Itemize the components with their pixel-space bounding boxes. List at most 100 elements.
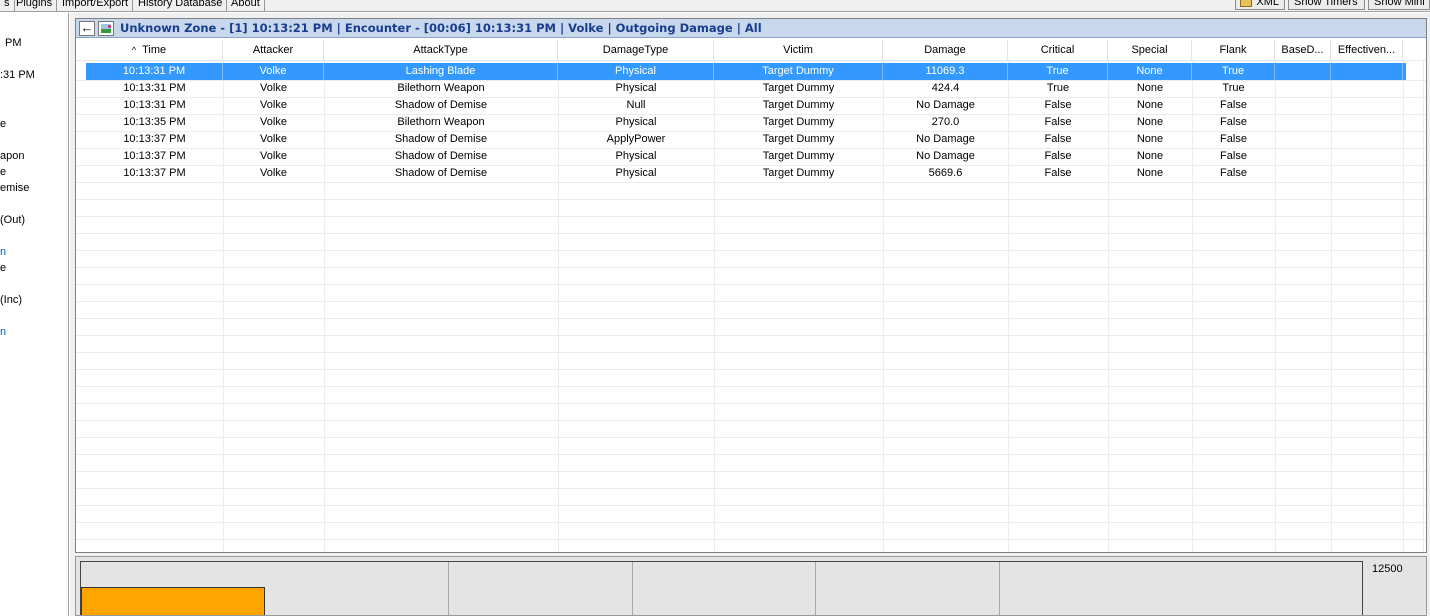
show-mini-button[interactable]: Show Mini [1368,0,1430,10]
cell-basedamage [1275,165,1331,182]
cell-basedamage [1275,148,1331,165]
column-header-damage[interactable]: Damage [883,40,1008,60]
table-row[interactable]: 10:13:37 PM Volke Shadow of Demise Physical… [86,165,1406,182]
cell-attacker: Volke [260,133,287,145]
column-header-damagetype[interactable]: DamageType [558,40,714,60]
cell-victim: Target Dummy [762,116,835,128]
graph-divider [999,562,1000,615]
cell-critical: False [1044,116,1072,128]
cell-basedamage [1275,63,1331,80]
sort-ascending-icon: ^ [131,45,137,55]
column-header-special[interactable]: Special [1108,40,1192,60]
damage-graph: 12500 [75,556,1427,616]
cell-basedamage [1275,131,1331,148]
tree-item[interactable]: emise [0,182,29,194]
tree-item[interactable]: e [0,118,6,130]
cell-attacktype: Bilethorn Weapon [397,82,485,94]
graph-divider [632,562,633,615]
cell-time: 10:13:37 PM [123,150,186,162]
tab-about[interactable]: About [227,0,265,11]
cell-damagetype: Physical [558,63,714,80]
xml-icon [1240,0,1252,7]
cell-special: None [1136,99,1164,111]
graph-divider [448,562,449,615]
cell-flank: False [1220,167,1247,179]
cell-victim: Target Dummy [714,63,883,80]
column-header-effectiveness[interactable]: Effectiven... [1331,40,1403,60]
table-row[interactable]: 10:13:37 PM Volke Shadow of Demise Physical… [86,148,1406,165]
tree-item[interactable]: PM [5,37,22,49]
column-header-victim[interactable]: Victim [714,40,883,60]
cell-time: 10:13:35 PM [123,116,186,128]
cell-special: None [1108,63,1192,80]
main-tab-strip: s Plugins Import/Export History Database… [0,0,1430,12]
show-timers-button[interactable]: Show Timers [1288,0,1365,10]
table-row[interactable]: 10:13:31 PM Volke Bilethorn Weapon Physical… [86,80,1406,97]
cell-flank: False [1220,116,1247,128]
cell-effectiveness [1331,148,1403,165]
cell-flank: True [1192,63,1275,80]
table-row[interactable]: 10:13:31 PM Volke Lashing Blade Physical Tar… [86,63,1406,80]
column-header-attacker[interactable]: Attacker [223,40,324,60]
cell-critical: False [1044,167,1072,179]
damage-bar [81,587,265,615]
cell-victim: Target Dummy [762,150,835,162]
cell-attacker: Volke [260,116,287,128]
cell-flank: False [1220,99,1247,111]
encounter-title-bar: ← Unknown Zone - [1] 10:13:21 PM | Encou… [76,19,1426,38]
cell-time: 10:13:37 PM [123,133,186,145]
cell-special: None [1136,133,1164,145]
cell-attacker: Volke [223,63,324,80]
xml-label: XML [1256,0,1279,8]
column-header-critical[interactable]: Critical [1008,40,1108,60]
tree-item[interactable]: n [0,326,6,338]
tree-item[interactable]: :31 PM [0,69,35,81]
tree-item[interactable]: e [0,166,6,178]
cell-damagetype: Physical [615,116,657,128]
cell-attacker: Volke [260,82,287,94]
table-row[interactable]: 10:13:31 PM Volke Shadow of Demise Null Targ… [86,97,1406,114]
column-header-basedamage[interactable]: BaseD... [1275,40,1331,60]
cell-special: None [1136,150,1164,162]
table-row[interactable]: 10:13:37 PM Volke Shadow of Demise ApplyPow… [86,131,1406,148]
column-header-attacktype[interactable]: AttackType [324,40,558,60]
cell-special: None [1136,82,1164,94]
cell-damagetype: Physical [615,167,657,179]
cell-attacktype: Shadow of Demise [394,150,488,162]
tree-item[interactable]: (Inc) [0,294,22,306]
cell-damage: No Damage [916,150,975,162]
cell-basedamage [1275,97,1331,114]
cell-victim: Target Dummy [762,99,835,111]
cell-flank: True [1222,82,1245,94]
cell-effectiveness [1331,97,1403,114]
column-header-time[interactable]: ^ Time [76,40,223,60]
cell-damage: 424.4 [931,82,960,94]
tree-item[interactable]: (Out) [0,214,25,226]
tree-item[interactable]: e [0,262,6,274]
column-header-flank[interactable]: Flank [1192,40,1275,60]
tree-item[interactable]: n [0,246,6,258]
cell-basedamage [1275,114,1331,131]
graph-plot-area [80,561,1363,615]
table-row[interactable]: 10:13:35 PM Volke Bilethorn Weapon Physical… [86,114,1406,131]
cell-basedamage [1275,80,1331,97]
back-arrow-icon[interactable]: ← [79,21,95,36]
cell-special: None [1136,167,1164,179]
cell-damagetype: Physical [615,150,657,162]
cell-effectiveness [1331,131,1403,148]
cell-time: 10:13:31 PM [123,99,186,111]
tab-history-database[interactable]: History Database [134,0,228,11]
graph-image-icon[interactable] [98,21,114,36]
cell-time: 10:13:31 PM [123,82,186,94]
cell-effectiveness [1331,63,1403,80]
tab-import-export[interactable]: Import/Export [58,0,134,11]
xml-export-button[interactable]: XML [1235,0,1285,10]
cell-flank: False [1220,133,1247,145]
tab-plugins[interactable]: Plugins [12,0,58,11]
cell-critical: False [1044,150,1072,162]
cell-victim: Target Dummy [762,82,835,94]
cell-damagetype: ApplyPower [606,133,666,145]
cell-damage: 11069.3 [883,63,1008,80]
tree-item[interactable]: apon [0,150,24,162]
graph-y-max-label: 12500 [1372,563,1403,575]
